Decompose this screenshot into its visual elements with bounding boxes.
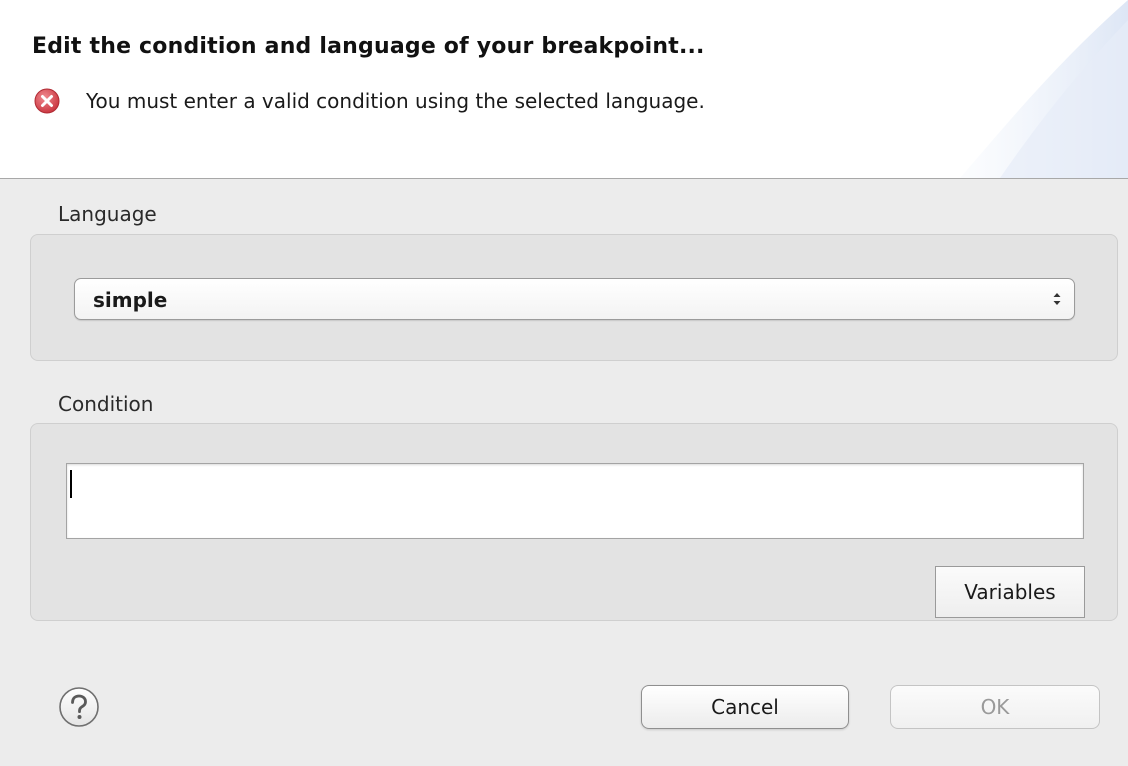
text-caret: [70, 470, 72, 498]
condition-input[interactable]: [66, 463, 1084, 539]
error-icon: [34, 88, 60, 114]
language-group-label: Language: [58, 202, 157, 226]
chevron-up-down-icon: [1053, 293, 1061, 305]
cancel-button[interactable]: Cancel: [641, 685, 849, 729]
condition-group-label: Condition: [58, 392, 154, 416]
ok-button[interactable]: OK: [890, 685, 1100, 729]
help-icon[interactable]: [58, 686, 100, 728]
dialog-header: Edit the condition and language of your …: [0, 0, 1128, 178]
header-divider: [0, 178, 1128, 179]
dialog-title: Edit the condition and language of your …: [32, 34, 705, 59]
variables-button[interactable]: Variables: [935, 566, 1085, 618]
error-message: You must enter a valid condition using t…: [34, 88, 705, 114]
language-select[interactable]: simple: [74, 278, 1075, 320]
language-select-value: simple: [93, 288, 168, 312]
error-message-text: You must enter a valid condition using t…: [86, 89, 705, 113]
